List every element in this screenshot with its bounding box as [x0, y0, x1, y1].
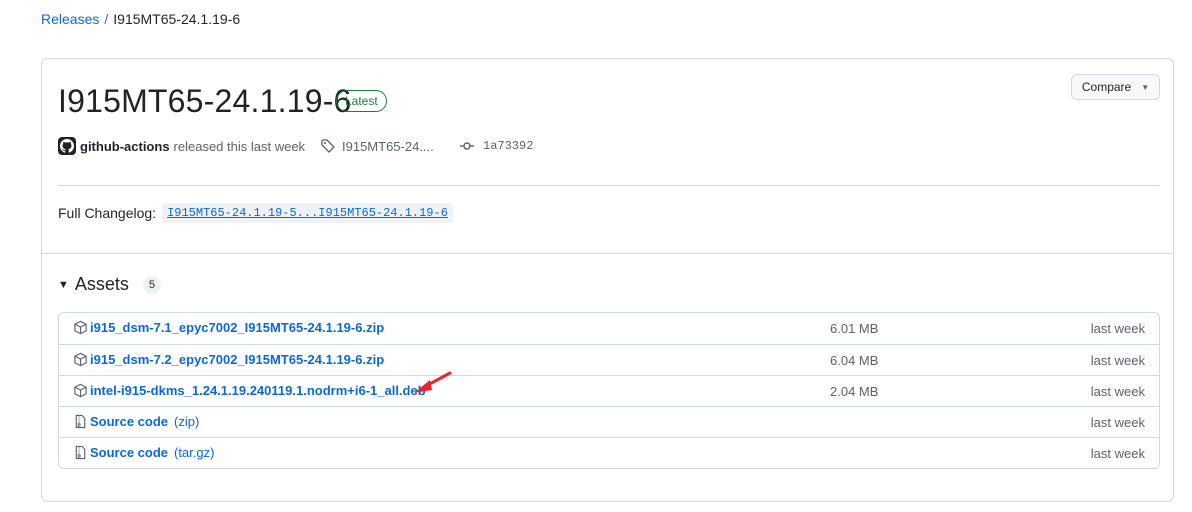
breadcrumb-releases-link[interactable]: Releases — [41, 11, 99, 27]
asset-list: i915_dsm-7.1_epyc7002_I915MT65-24.1.19-6… — [58, 312, 1160, 469]
asset-date: last week — [1090, 384, 1145, 399]
red-arrow-annotation-icon — [414, 371, 452, 393]
asset-date: last week — [1090, 415, 1145, 430]
meta-divider — [58, 185, 1159, 186]
commit-sha: 1a73392 — [483, 139, 534, 153]
asset-size: 6.01 MB — [830, 321, 879, 336]
asset-link[interactable]: Source code — [90, 414, 168, 429]
release-author-link[interactable]: github-actions — [80, 139, 170, 154]
asset-ext[interactable]: (zip) — [174, 414, 199, 429]
latest-badge: Latest — [336, 90, 387, 112]
assets-summary[interactable]: ▼ Assets 5 — [58, 274, 161, 295]
asset-row: Source code (zip) last week — [59, 406, 1159, 437]
triangle-down-icon: ▼ — [58, 278, 69, 291]
asset-row: i915_dsm-7.1_epyc7002_I915MT65-24.1.19-6… — [59, 313, 1159, 344]
package-icon — [74, 352, 87, 367]
release-commit[interactable]: 1a73392 — [459, 138, 533, 154]
compare-label: Compare — [1081, 80, 1132, 94]
changelog: Full Changelog: I915MT65-24.1.19-5...I91… — [58, 203, 453, 223]
github-avatar-icon[interactable] — [58, 137, 76, 155]
asset-link[interactable]: intel-i915-dkms_1.24.1.19.240119.1.nodrm… — [90, 383, 426, 398]
compare-button[interactable]: Compare ▼ — [1071, 74, 1160, 100]
asset-size: 6.04 MB — [830, 353, 879, 368]
released-text: released this last week — [173, 138, 306, 154]
caret-down-icon: ▼ — [1141, 82, 1150, 92]
asset-size: 2.04 MB — [830, 384, 879, 399]
asset-row: i915_dsm-7.2_epyc7002_I915MT65-24.1.19-6… — [59, 344, 1159, 375]
release-tag[interactable]: I915MT65-24.... — [320, 138, 434, 154]
changelog-compare-link[interactable]: I915MT65-24.1.19-5...I915MT65-24.1.19-6 — [162, 203, 453, 223]
assets-count-badge: 5 — [142, 275, 161, 294]
asset-date: last week — [1090, 446, 1145, 461]
breadcrumb: Releases / I915MT65-24.1.19-6 — [41, 10, 240, 28]
asset-link[interactable]: Source code — [90, 445, 168, 460]
changelog-label: Full Changelog: — [58, 205, 157, 221]
git-commit-icon — [460, 142, 474, 150]
asset-row: Source code (tar.gz) last week — [59, 437, 1159, 468]
assets-title: Assets — [74, 274, 129, 294]
tag-label: I915MT65-24.... — [342, 138, 434, 154]
package-icon — [74, 320, 87, 335]
asset-row: intel-i915-dkms_1.24.1.19.240119.1.nodrm… — [59, 375, 1159, 406]
asset-ext[interactable]: (tar.gz) — [174, 445, 214, 460]
tag-icon — [321, 139, 335, 153]
asset-link[interactable]: i915_dsm-7.2_epyc7002_I915MT65-24.1.19-6… — [90, 352, 384, 367]
section-divider — [42, 253, 1173, 254]
asset-date: last week — [1090, 353, 1145, 368]
asset-link[interactable]: i915_dsm-7.1_epyc7002_I915MT65-24.1.19-6… — [90, 320, 384, 335]
package-icon — [74, 383, 87, 398]
file-zip-icon — [75, 445, 86, 460]
breadcrumb-separator: / — [104, 11, 109, 27]
release-card: I915MT65-24.1.19-6 Latest Compare ▼ gith… — [41, 58, 1174, 502]
asset-date: last week — [1090, 321, 1145, 336]
release-meta: github-actions released this last week — [58, 136, 305, 156]
release-title[interactable]: I915MT65-24.1.19-6 — [58, 81, 352, 121]
breadcrumb-current: I915MT65-24.1.19-6 — [113, 11, 241, 27]
file-zip-icon — [75, 414, 86, 429]
